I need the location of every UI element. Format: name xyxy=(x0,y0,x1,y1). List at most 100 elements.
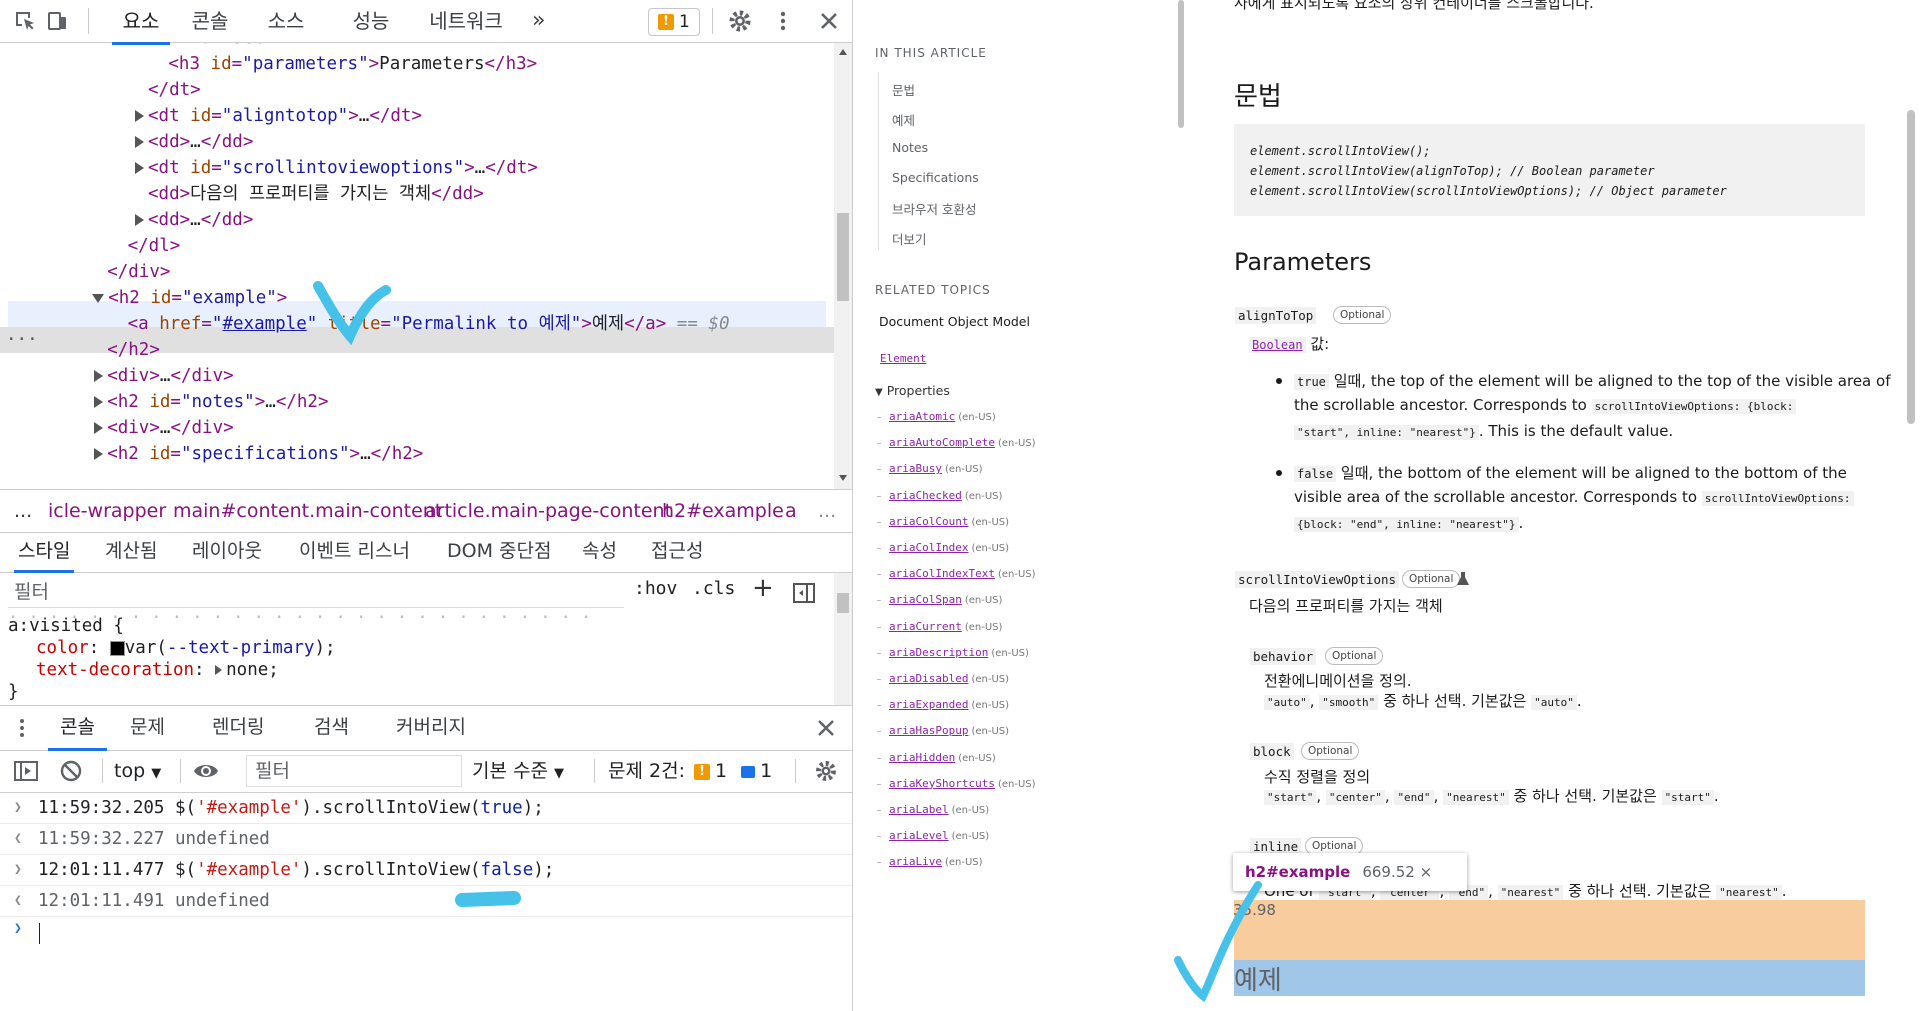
new-style-rule-button[interactable]: + xyxy=(752,573,774,603)
issues-badge[interactable]: ! 1 xyxy=(648,8,700,36)
context-selector[interactable]: top ▼ xyxy=(114,750,161,795)
toc-item[interactable]: 문법 xyxy=(892,80,915,99)
styles-filter-input[interactable]: 필터 xyxy=(8,577,624,608)
toc-item[interactable]: Specifications xyxy=(892,170,979,185)
dom-node-line[interactable]: </div> xyxy=(107,259,170,285)
toc-item[interactable]: Notes xyxy=(892,140,928,155)
expand-arrow-icon[interactable] xyxy=(94,448,104,460)
drawer-tab-search[interactable]: 검색 xyxy=(314,706,349,748)
page-scroll-thumb[interactable] xyxy=(1907,110,1915,424)
collapse-arrow-icon[interactable] xyxy=(92,293,105,303)
properties-toggle[interactable]: ▼ Properties xyxy=(875,383,950,398)
dom-node-line[interactable]: <div>…</div> xyxy=(94,415,234,441)
styles-scrollbar[interactable] xyxy=(834,573,852,705)
dom-node-line[interactable]: <dd>다음의 프로퍼티를 가지는 객체</dd> xyxy=(148,181,484,207)
issues-counter[interactable]: 문제 2건:! 1 1 xyxy=(608,750,772,792)
console-input-line[interactable]: ❯ 11:59:32.205 $('#example').scrollIntoVi… xyxy=(0,793,852,824)
console-settings-gear-icon[interactable] xyxy=(814,759,838,783)
tab-sources[interactable]: 소스 xyxy=(262,0,310,42)
sidebar-scroll-thumb[interactable] xyxy=(1178,0,1184,128)
tab-network[interactable]: 네트워크 xyxy=(425,0,507,42)
expand-arrow-icon[interactable] xyxy=(94,370,104,382)
scroll-down-arrow[interactable] xyxy=(839,475,847,481)
toc-item[interactable]: 더보기 xyxy=(892,229,927,248)
expand-arrow-icon[interactable] xyxy=(215,665,223,675)
console-input-line[interactable]: ❯ 12:01:11.477 $('#example').scrollIntoVi… xyxy=(0,855,852,886)
property-link[interactable]: ariaExpanded (en-US) xyxy=(889,698,1009,711)
expand-arrow-icon[interactable] xyxy=(94,396,104,408)
expand-arrow-icon[interactable] xyxy=(135,136,144,148)
boolean-link[interactable]: Boolean xyxy=(1249,337,1306,353)
property-link[interactable]: ariaHidden (en-US) xyxy=(889,751,996,764)
scroll-up-arrow[interactable] xyxy=(839,49,847,55)
property-link[interactable]: ariaBusy (en-US) xyxy=(889,462,983,475)
property-link[interactable]: ariaColCount (en-US) xyxy=(889,515,1009,528)
css-var[interactable]: --text-primary xyxy=(167,638,315,658)
element-link[interactable]: Element xyxy=(880,352,926,365)
toc-item[interactable]: 브라우저 호환성 xyxy=(892,199,976,218)
property-link[interactable]: ariaCurrent (en-US) xyxy=(889,620,1002,633)
drawer-menu-icon[interactable] xyxy=(18,716,26,740)
breadcrumb-item[interactable]: a xyxy=(785,490,797,532)
clear-console-icon[interactable] xyxy=(59,759,83,783)
property-link[interactable]: ariaAutoComplete (en-US) xyxy=(889,436,1036,449)
tab-event-listeners[interactable]: 이벤트 리스너 xyxy=(299,532,410,570)
dom-node-line[interactable]: </dl> xyxy=(128,233,181,259)
device-toolbar-icon[interactable] xyxy=(45,8,71,34)
tab-dom-breakpoints[interactable]: DOM 중단점 xyxy=(447,532,551,570)
sidebar-toggle-icon[interactable] xyxy=(13,759,39,783)
property-link[interactable]: ariaChecked (en-US) xyxy=(889,489,1002,502)
css-rule-color[interactable]: color: var(--text-primary); xyxy=(36,638,336,658)
property-link[interactable]: ariaAtomic (en-US) xyxy=(889,410,996,423)
property-link[interactable]: ariaDescription (en-US) xyxy=(889,646,1029,659)
drawer-tab-coverage[interactable]: 커버리지 xyxy=(396,706,466,748)
breadcrumb-overflow[interactable]: ... xyxy=(818,490,836,532)
property-link[interactable]: ariaHasPopup (en-US) xyxy=(889,724,1009,737)
dom-node-line[interactable]: <h2 id="notes">…</h2> xyxy=(94,389,329,415)
dom-node-line[interactable]: <dt id="aligntotop">…</dt> xyxy=(135,103,422,129)
related-title[interactable]: Document Object Model xyxy=(879,314,1030,329)
breadcrumb-item[interactable]: h2#example xyxy=(662,490,784,532)
toggle-sidebar-icon[interactable] xyxy=(792,581,816,605)
gear-icon[interactable] xyxy=(727,8,753,34)
cls-button[interactable]: .cls xyxy=(692,578,735,599)
color-swatch[interactable] xyxy=(109,640,125,656)
property-link[interactable]: ariaDisabled (en-US) xyxy=(889,672,1009,685)
drawer-tab-rendering[interactable]: 렌더링 xyxy=(212,706,264,748)
drawer-tab-console[interactable]: 콘솔 xyxy=(48,706,107,751)
log-level-select[interactable]: 기본 수준 ▼ xyxy=(472,750,564,795)
expand-arrow-icon[interactable] xyxy=(94,422,104,434)
tab-styles[interactable]: 스타일 xyxy=(14,532,75,573)
property-link[interactable]: ariaColSpan (en-US) xyxy=(889,593,1002,606)
property-link[interactable]: ariaLevel (en-US) xyxy=(889,829,989,842)
console-prompt[interactable]: ❯ xyxy=(0,917,852,949)
tab-performance[interactable]: 성능 xyxy=(347,0,395,42)
expand-arrow-icon[interactable] xyxy=(135,110,144,122)
expand-arrow-icon[interactable] xyxy=(135,162,144,174)
tab-accessibility[interactable]: 접근성 xyxy=(651,532,703,570)
property-link[interactable]: ariaKeyShortcuts (en-US) xyxy=(889,777,1036,790)
property-link[interactable]: ariaLabel (en-US) xyxy=(889,803,989,816)
dom-node-line[interactable]: </dt> xyxy=(148,77,201,103)
example-heading[interactable]: 예제 xyxy=(1234,960,1282,997)
scroll-thumb[interactable] xyxy=(837,213,849,301)
dom-node-line[interactable]: <dd>…</dd> xyxy=(135,129,253,155)
tab-console[interactable]: 콘솔 xyxy=(186,0,234,42)
breadcrumb-item[interactable]: article.main-page-content xyxy=(425,490,672,532)
console-output-line[interactable]: ❮ 12:01:11.491 undefined xyxy=(0,886,852,917)
expand-arrow-icon[interactable] xyxy=(135,214,144,226)
dom-node-line[interactable]: <h2 id="example"> xyxy=(92,285,287,311)
toc-item[interactable]: 예제 xyxy=(892,110,915,129)
tab-elements[interactable]: 요소 xyxy=(112,0,170,45)
dom-node-line[interactable]: <dt id="scrollintoviewoptions">…</dt> xyxy=(135,155,538,181)
breadcrumb-ellipsis[interactable]: ... xyxy=(14,490,32,532)
elements-scrollbar[interactable] xyxy=(834,43,852,489)
dom-node-line[interactable]: <dd>…</dd> xyxy=(135,207,253,233)
tab-computed[interactable]: 계산됨 xyxy=(105,532,157,570)
dom-node-line[interactable]: </h2> xyxy=(107,337,160,363)
console-filter-input[interactable]: 필터 xyxy=(246,755,462,787)
breadcrumb-item[interactable]: icle-wrapper xyxy=(48,490,166,532)
drawer-tab-issues[interactable]: 문제 xyxy=(130,706,165,748)
hov-button[interactable]: :hov xyxy=(634,578,677,599)
inspect-element-icon[interactable] xyxy=(12,8,38,34)
